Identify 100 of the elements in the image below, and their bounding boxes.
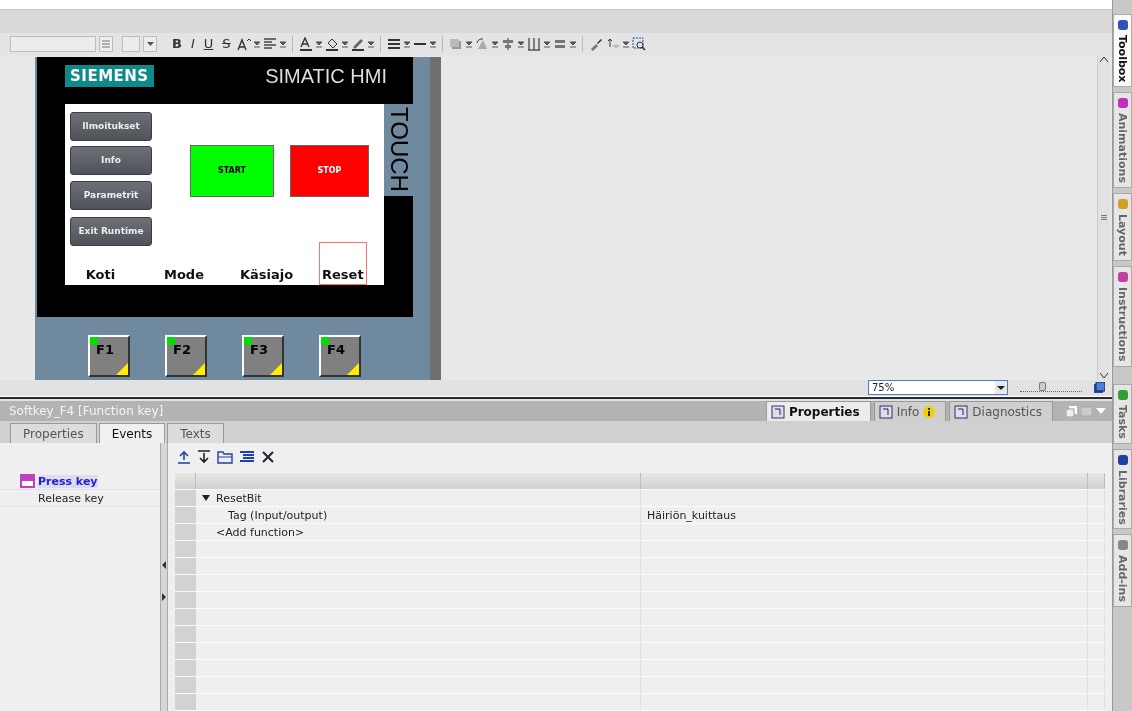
event-item[interactable]: Press key [0, 473, 160, 490]
screen-button[interactable]: STOP [290, 144, 369, 197]
side-label: TOUCH [384, 103, 413, 196]
window-icon[interactable] [1094, 382, 1105, 394]
list-icon [102, 39, 110, 48]
panel-title: Softkey_F4 [Function key] [9, 403, 165, 418]
table-cell: ResetBit [196, 490, 641, 506]
tab[interactable]: Properties [10, 423, 97, 443]
dropdown-arrow-icon[interactable] [253, 39, 260, 49]
align-icon[interactable] [262, 36, 277, 51]
view-tab[interactable]: Properties [765, 401, 871, 422]
side-tab[interactable]: Tasks [1113, 383, 1132, 444]
screen-button[interactable]: Exit Runtime [70, 216, 152, 246]
font-size-field[interactable] [122, 35, 140, 52]
event-icon [20, 474, 35, 488]
tab[interactable]: Texts [167, 423, 224, 443]
zoom-icon[interactable] [631, 36, 646, 51]
move-down-icon[interactable] [197, 450, 211, 464]
screen-button[interactable]: Parametrit [70, 180, 152, 210]
row-header [175, 541, 196, 557]
dropdown-arrow-icon[interactable] [367, 39, 374, 49]
zoom-field[interactable]: 75% [868, 380, 1008, 396]
close-icon[interactable] [261, 450, 275, 464]
tab-icon [1116, 539, 1129, 552]
pen-icon[interactable] [350, 36, 365, 51]
row-header [175, 575, 196, 591]
caret-icon [146, 41, 154, 46]
side-tab[interactable]: Add-ins [1113, 534, 1132, 608]
softkey-label[interactable]: Käsiajo [237, 241, 297, 285]
dropdown-arrow-icon[interactable] [341, 39, 348, 49]
tab-icon [1116, 453, 1129, 466]
row-header [175, 660, 196, 676]
dropdown-arrow-icon[interactable] [517, 39, 524, 49]
row-header [175, 609, 196, 625]
table-cell: Tag (Input/output) [196, 507, 641, 523]
tab-icon [954, 404, 969, 419]
scroll-down-icon[interactable] [1100, 372, 1108, 378]
row-header [175, 626, 196, 642]
info-icon [923, 405, 936, 418]
screen-button[interactable]: START [190, 144, 274, 197]
dropdown-arrow-icon[interactable] [315, 39, 322, 49]
dropdown-arrow-icon[interactable] [429, 39, 436, 49]
dropdown-arrow-icon[interactable] [569, 39, 576, 49]
side-tab[interactable]: Toolbox [1113, 14, 1132, 88]
tab-icon [1116, 198, 1129, 211]
table-cell: Häiriön_kuittaus [641, 507, 1088, 523]
line-weight-icon[interactable] [386, 36, 401, 51]
softkey-label[interactable]: Reset [319, 241, 367, 285]
dropdown-button[interactable] [143, 35, 157, 52]
side-tab[interactable]: Layout [1113, 193, 1132, 262]
function-key[interactable]: F1 [88, 334, 130, 377]
side-tab[interactable]: Libraries [1113, 448, 1132, 530]
tab-icon [1116, 271, 1129, 284]
side-tab[interactable]: Animations [1113, 92, 1132, 189]
scroll-up-icon[interactable] [1100, 56, 1108, 62]
dropdown-arrow-icon[interactable] [491, 39, 498, 49]
arrow-right-icon[interactable] [162, 593, 166, 601]
list-icon[interactable] [239, 450, 255, 464]
view-tab[interactable]: Diagnostics [949, 401, 1053, 422]
tab-icon [1116, 388, 1129, 401]
screen-button[interactable]: Info [70, 145, 152, 175]
caret-icon[interactable] [202, 494, 210, 502]
zoom-slider[interactable] [1020, 383, 1082, 392]
side-tab[interactable]: Instructions [1113, 266, 1132, 367]
layers-icon[interactable] [605, 36, 620, 51]
row-header [175, 592, 196, 608]
move-up-icon[interactable] [177, 450, 191, 464]
tab-icon [878, 404, 893, 419]
dropdown-arrow-icon[interactable] [465, 39, 472, 49]
dropdown-arrow-icon[interactable] [279, 39, 286, 49]
text-color-icon[interactable] [298, 36, 313, 51]
rotate-icon[interactable] [474, 36, 489, 51]
scroll-bar[interactable] [1097, 54, 1110, 380]
row-header [175, 524, 196, 540]
folder-icon[interactable] [217, 450, 233, 464]
dropdown-arrow-icon[interactable] [622, 39, 629, 49]
tab-icon [1116, 19, 1129, 31]
distribute-icon[interactable] [526, 36, 541, 51]
dropdown-arrow-icon[interactable] [543, 39, 550, 49]
row-header [175, 558, 196, 574]
fill-icon[interactable] [324, 36, 339, 51]
font-field[interactable] [10, 35, 96, 52]
grip-icon[interactable] [1101, 214, 1107, 220]
function-key[interactable]: F4 [319, 334, 361, 377]
dropdown-arrow-icon[interactable] [403, 39, 410, 49]
view-tab[interactable]: Info [873, 401, 947, 422]
format-button[interactable]: I [187, 36, 198, 52]
tab-icon [770, 404, 785, 419]
function-key[interactable]: F3 [242, 334, 284, 377]
align-objects-icon[interactable] [500, 36, 515, 51]
format-button[interactable]: B [169, 36, 185, 52]
format-button[interactable]: S [219, 36, 234, 52]
tab-icon [1116, 97, 1129, 110]
softkey-label[interactable]: Mode [161, 241, 207, 285]
grow-font-icon[interactable] [236, 36, 251, 51]
function-key[interactable]: F2 [165, 334, 207, 377]
arrow-left-icon[interactable] [162, 561, 166, 569]
tab[interactable]: Events [98, 423, 166, 443]
screen-button[interactable]: Ilmoitukset [70, 111, 152, 141]
format-button[interactable]: U [200, 36, 217, 52]
